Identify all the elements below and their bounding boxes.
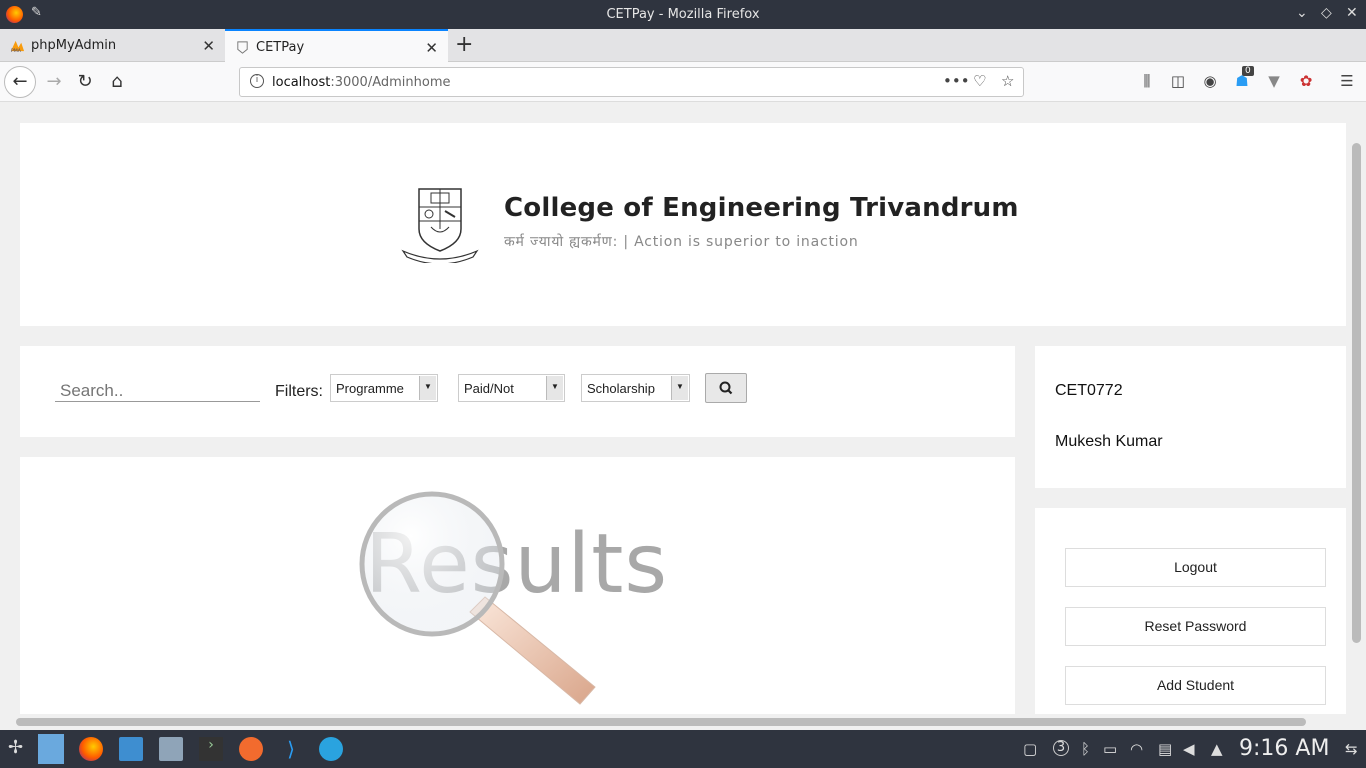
- admin-id: CET0772: [1055, 382, 1123, 399]
- taskbar: ✢ › ⟩ ▢ 3 ᛒ ▭ ◠ ▤ ◀ ▲ 9:16 AM ⇆: [0, 730, 1366, 768]
- system-monitor-icon[interactable]: [159, 737, 183, 761]
- filters-label: Filters:: [275, 383, 323, 400]
- bluetooth-icon[interactable]: ᛒ: [1081, 740, 1090, 758]
- college-emblem: [401, 188, 479, 263]
- menu-icon[interactable]: ☰: [1337, 72, 1357, 92]
- sublime-icon[interactable]: [239, 737, 263, 761]
- college-motto: कर्म ज्यायो ह्यकर्मण: | Action is superi…: [504, 234, 859, 250]
- reset-password-button[interactable]: Reset Password: [1065, 607, 1326, 646]
- logout-button[interactable]: Logout: [1065, 548, 1326, 587]
- close-tab-icon[interactable]: ✕: [202, 37, 215, 55]
- firefox-taskbar-icon[interactable]: [79, 737, 103, 761]
- scholarship-value: Scholarship: [587, 381, 655, 396]
- tab-label: phpMyAdmin: [31, 38, 117, 53]
- library-icon[interactable]: ⫼: [1137, 72, 1157, 92]
- svg-text:PMA: PMA: [11, 48, 22, 53]
- cet-favicon: [237, 41, 248, 54]
- screen-icon[interactable]: ▢: [1023, 740, 1037, 758]
- clock[interactable]: 9:16 AM: [1239, 736, 1329, 761]
- programme-select[interactable]: Programme ▼: [330, 374, 438, 402]
- admin-name: Mukesh Kumar: [1055, 433, 1163, 450]
- account-icon[interactable]: ◉: [1200, 72, 1220, 92]
- home-button[interactable]: ⌂: [103, 68, 131, 96]
- forward-button[interactable]: →: [40, 68, 68, 96]
- volume-icon[interactable]: ◀: [1183, 740, 1195, 758]
- scholarship-select[interactable]: Scholarship ▼: [581, 374, 690, 402]
- terminal-icon[interactable]: ›: [199, 737, 223, 761]
- phpmyadmin-icon: PMA: [10, 40, 25, 53]
- app-launcher-icon[interactable]: ✢: [8, 737, 32, 761]
- paid-value: Paid/Not: [464, 381, 514, 396]
- tab-phpmyadmin[interactable]: PMA phpMyAdmin ✕: [0, 29, 225, 62]
- scrollbar-thumb[interactable]: [1352, 143, 1361, 643]
- college-title: College of Engineering Trivandrum: [504, 193, 1019, 223]
- vertical-scrollbar[interactable]: [1348, 123, 1366, 713]
- tray-expand-icon[interactable]: ▲: [1211, 740, 1223, 758]
- maximize-icon[interactable]: ◇: [1321, 5, 1332, 21]
- url-path: :3000/Adminhome: [330, 75, 451, 90]
- url-bar[interactable]: i localhost:3000/Adminhome ••• ♡ ☆: [239, 67, 1024, 97]
- results-area: Results: [20, 457, 1015, 714]
- show-desktop-icon[interactable]: ⇆: [1345, 740, 1358, 758]
- magnifier-illustration: [359, 491, 596, 705]
- url-text: localhost:3000/Adminhome: [272, 75, 451, 90]
- telegram-icon[interactable]: [319, 737, 343, 761]
- sidebar-icon[interactable]: ◫: [1168, 72, 1188, 92]
- vscode-icon[interactable]: ⟩: [279, 737, 303, 761]
- desktop-preview-icon[interactable]: [38, 734, 64, 764]
- search-input[interactable]: [55, 376, 260, 402]
- college-header: College of Engineering Trivandrum कर्म ज…: [20, 123, 1346, 326]
- window-titlebar: ✎ CETPay - Mozilla Firefox ⌄ ◇ ✕: [0, 0, 1366, 29]
- close-tab-icon[interactable]: ✕: [425, 39, 438, 57]
- battery-icon[interactable]: ▭: [1103, 740, 1117, 758]
- reload-button[interactable]: ↻: [71, 68, 99, 96]
- horizontal-scrollbar[interactable]: [0, 714, 1366, 730]
- page-viewport: College of Engineering Trivandrum कर्म ज…: [0, 103, 1366, 714]
- url-host: localhost: [272, 75, 331, 90]
- add-student-button[interactable]: Add Student: [1065, 666, 1326, 705]
- bookmark-star-icon[interactable]: ☆: [1001, 72, 1014, 90]
- dropdown-arrow-icon: ▼: [419, 376, 436, 400]
- search-button[interactable]: [705, 373, 747, 403]
- new-tab-button[interactable]: +: [455, 32, 473, 57]
- dropdown-arrow-icon: ▼: [546, 376, 563, 400]
- window-title: CETPay - Mozilla Firefox: [606, 7, 760, 22]
- user-info-card: CET0772 Mukesh Kumar: [1035, 346, 1346, 488]
- programme-value: Programme: [336, 381, 404, 396]
- badge-count: 0: [1242, 66, 1254, 76]
- actions-card: Logout Reset Password Add Student: [1035, 508, 1346, 714]
- scrollbar-thumb[interactable]: [16, 718, 1306, 726]
- info-icon[interactable]: i: [250, 74, 264, 88]
- navigation-toolbar: ← → ↻ ⌂ i localhost:3000/Adminhome ••• ♡…: [0, 62, 1366, 102]
- workspace-indicator[interactable]: 3: [1053, 740, 1069, 756]
- pocket-icon[interactable]: ♡: [973, 72, 986, 90]
- page-actions-icon[interactable]: •••: [943, 72, 970, 90]
- minimize-icon[interactable]: ⌄: [1296, 5, 1308, 21]
- ghostery-icon[interactable]: ☗ 0: [1232, 66, 1254, 92]
- file-manager-icon[interactable]: [119, 737, 143, 761]
- search-icon: [719, 381, 733, 395]
- extension-icon[interactable]: ✿: [1296, 72, 1316, 92]
- tab-label: CETPay: [256, 40, 305, 55]
- back-button[interactable]: ←: [4, 66, 36, 98]
- tab-bar: PMA phpMyAdmin ✕ CETPay ✕ +: [0, 29, 1366, 62]
- wifi-icon[interactable]: ◠: [1130, 740, 1143, 758]
- close-window-icon[interactable]: ✕: [1346, 5, 1358, 21]
- vue-devtools-icon[interactable]: ▼: [1264, 72, 1284, 92]
- clipboard-icon[interactable]: ▤: [1158, 740, 1172, 758]
- tab-cetpay[interactable]: CETPay ✕: [225, 29, 448, 62]
- filter-bar: Filters: Programme ▼ Paid/Not ▼ Scholars…: [20, 346, 1015, 437]
- dropdown-arrow-icon: ▼: [671, 376, 688, 400]
- paid-select[interactable]: Paid/Not ▼: [458, 374, 565, 402]
